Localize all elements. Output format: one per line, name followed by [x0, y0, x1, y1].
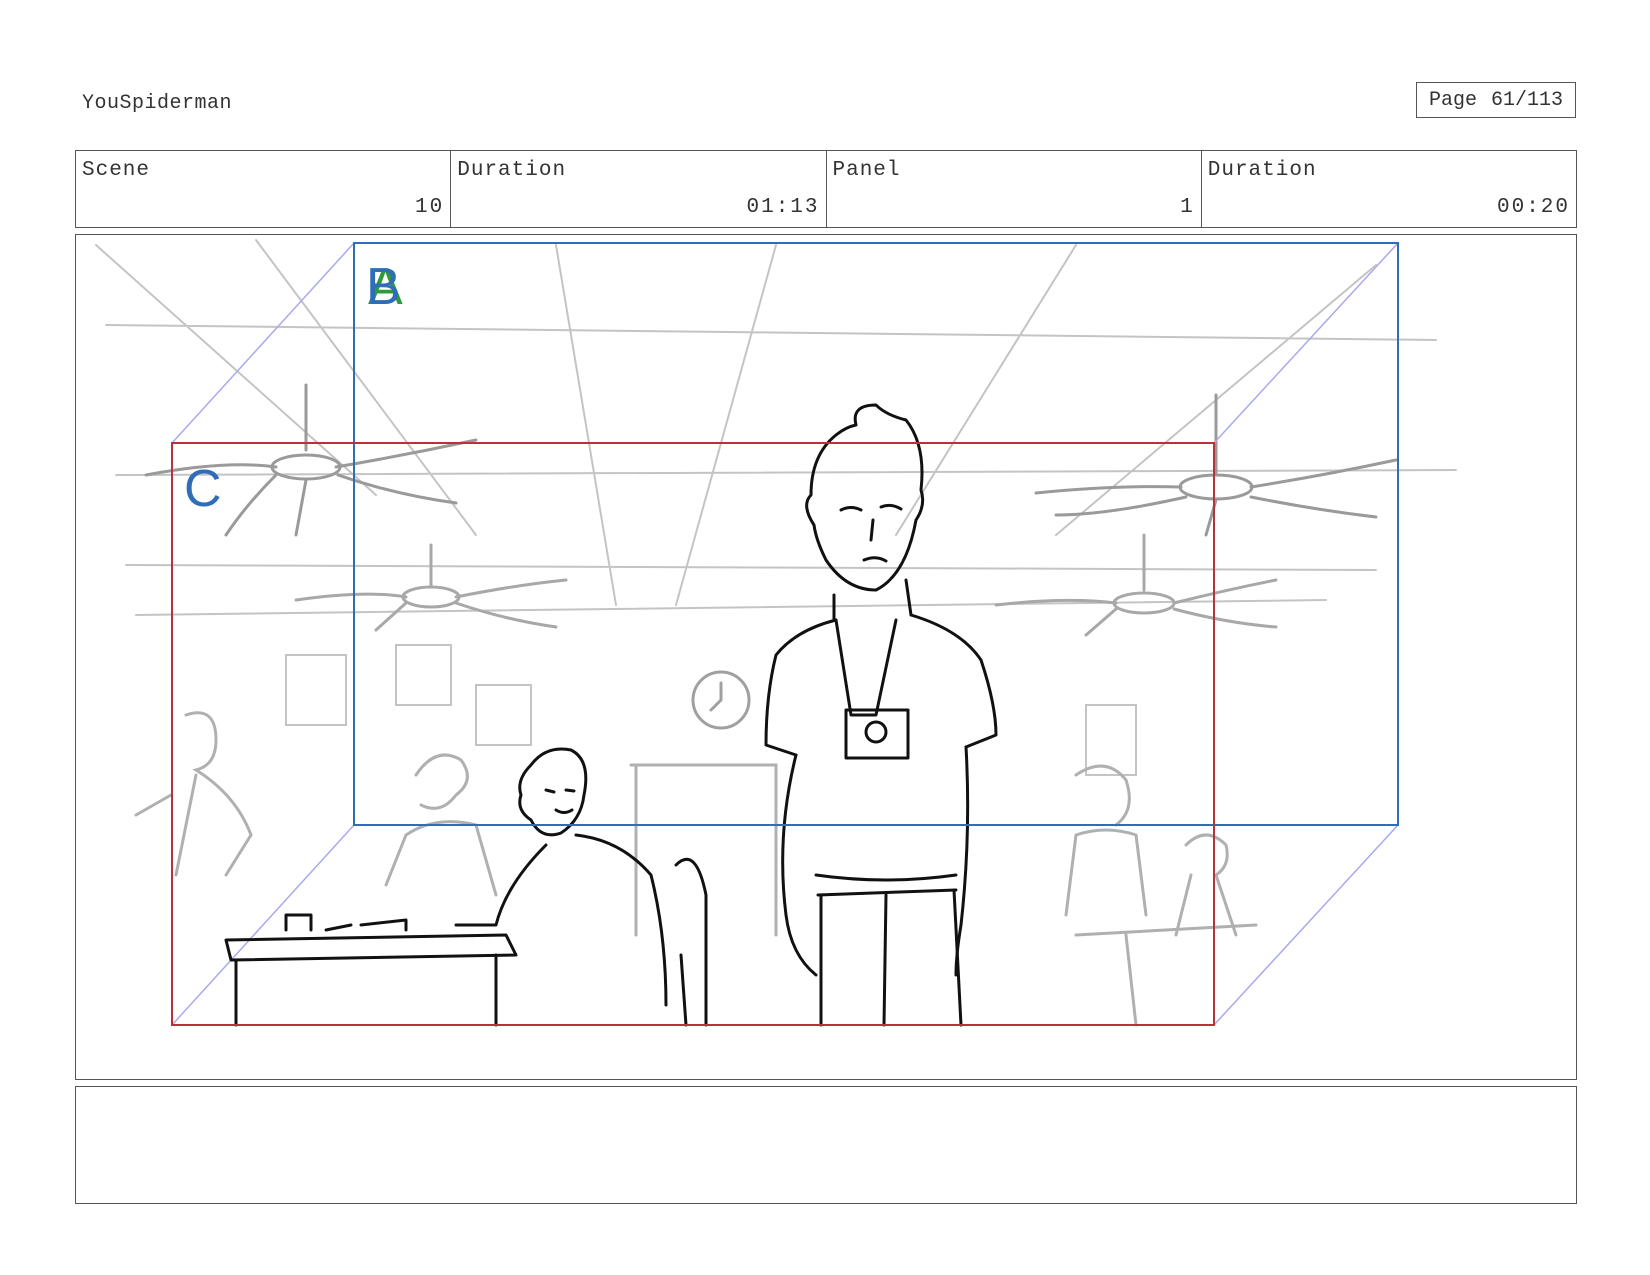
- standing-character: [764, 403, 998, 1027]
- panel-cell: Panel 1: [827, 151, 1202, 227]
- frame-c-label: C: [184, 460, 222, 518]
- panel-value: 1: [1180, 196, 1195, 219]
- page-label: Page: [1428, 88, 1477, 112]
- ceiling-fan: [1034, 393, 1398, 537]
- info-table: Scene 10 Duration 01:13 Panel 1 Duration…: [75, 150, 1577, 228]
- background-person: [1064, 764, 1148, 917]
- scene-duration-label: Duration: [457, 159, 567, 182]
- panel-duration-cell: Duration 00:20: [1202, 151, 1576, 227]
- ceiling-fan: [294, 543, 568, 632]
- panel-duration-value: 00:20: [1496, 196, 1570, 219]
- page-indicator: Page 61/113: [1416, 82, 1576, 118]
- foreground-characters: [224, 403, 998, 1027]
- page-number: 61/113: [1491, 88, 1564, 112]
- scene-value: 10: [415, 196, 445, 219]
- background-person: [1174, 833, 1238, 937]
- panel-label: Panel: [832, 159, 901, 182]
- ceiling-fan: [994, 533, 1278, 637]
- background-person: [134, 711, 253, 877]
- wall-frame: [285, 654, 347, 726]
- project-title: YouSpiderman: [82, 92, 233, 115]
- wall-frame: [1085, 704, 1137, 776]
- wall-frame: [475, 684, 532, 746]
- background-sketch: [95, 239, 1457, 1027]
- background-desk: [629, 763, 1258, 1027]
- notes-box[interactable]: [75, 1086, 1577, 1204]
- scene-duration-cell: Duration 01:13: [451, 151, 827, 227]
- panel-duration-label: Duration: [1207, 159, 1317, 182]
- scene-duration-value: 01:13: [746, 196, 820, 219]
- storyboard-panel[interactable]: A B C: [75, 234, 1577, 1080]
- wall-frame: [395, 644, 452, 706]
- panel-drawing: [95, 239, 1457, 1027]
- scene-cell: Scene 10: [76, 151, 452, 227]
- ceiling-grid: [95, 239, 1457, 616]
- scene-label: Scene: [82, 159, 151, 182]
- frame-b-label: B: [366, 258, 401, 316]
